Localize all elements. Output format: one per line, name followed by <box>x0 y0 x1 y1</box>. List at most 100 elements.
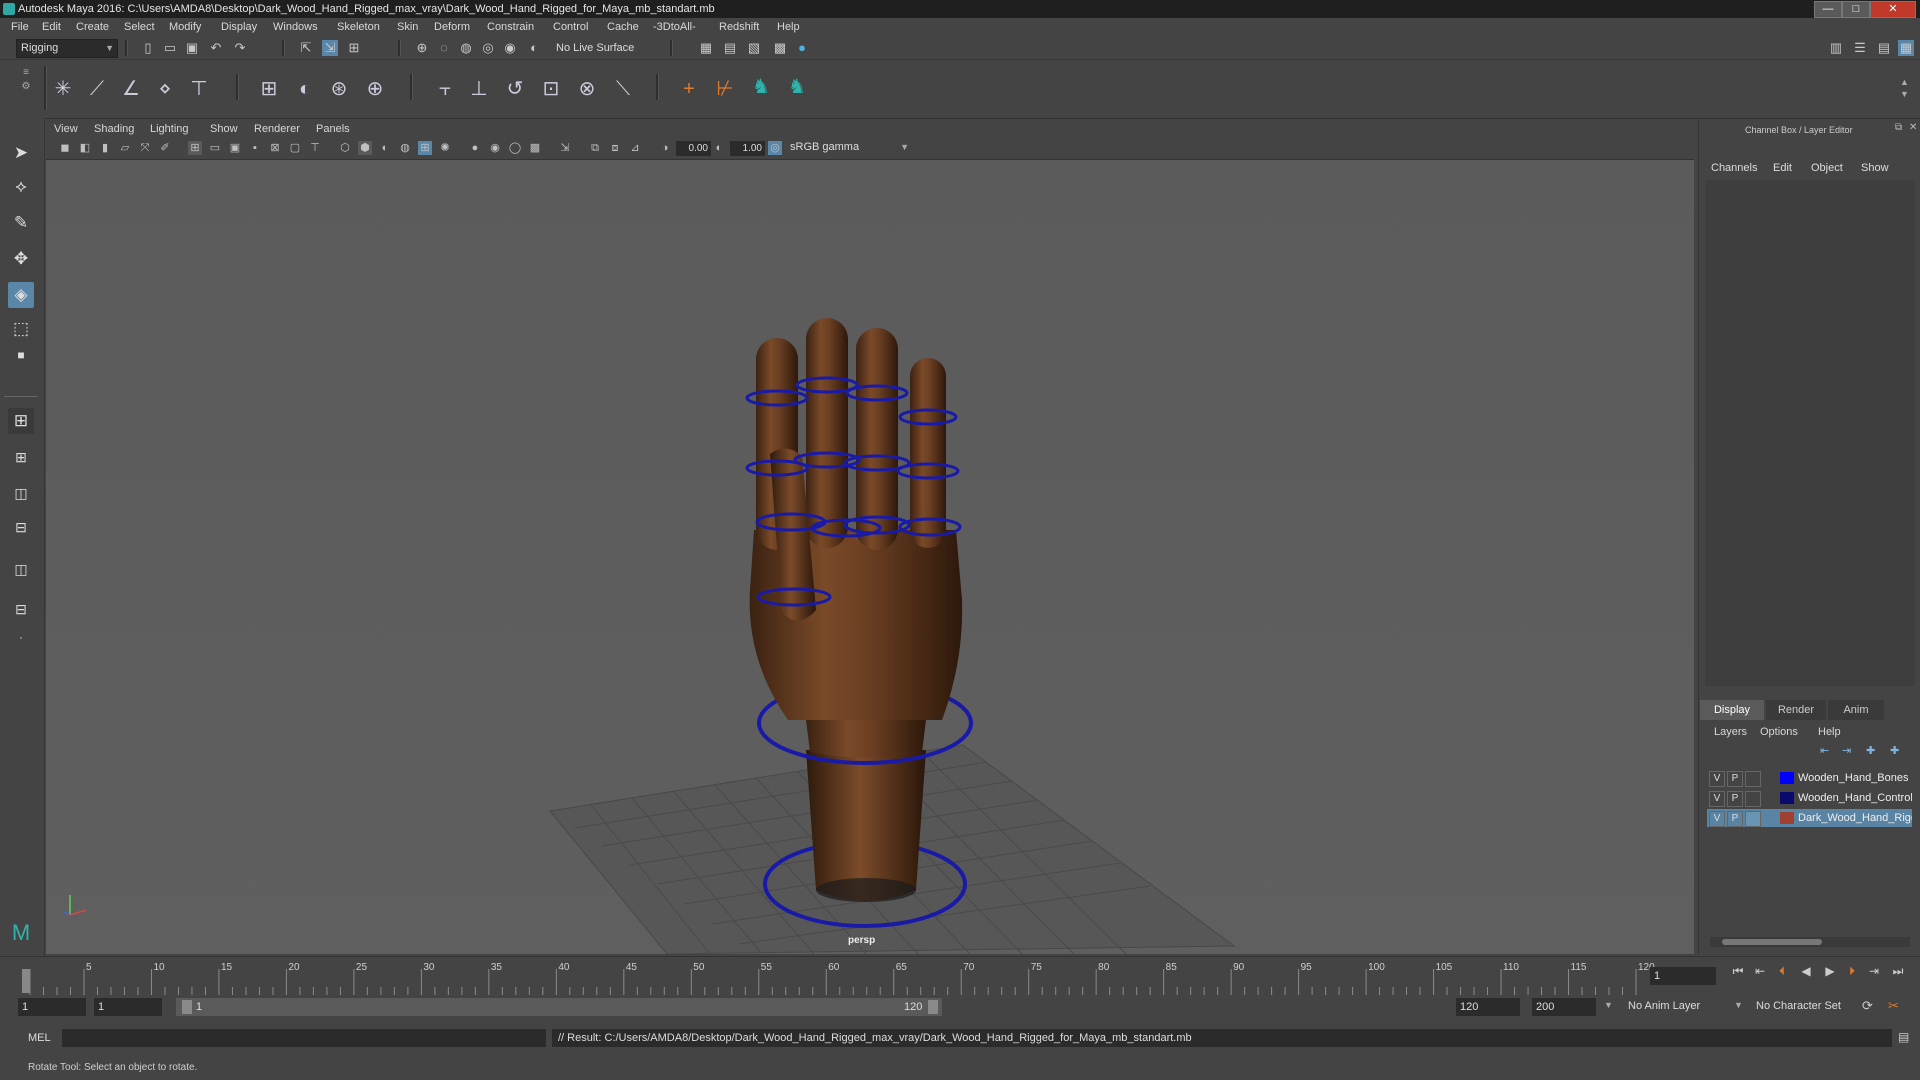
menu-edit[interactable]: Edit <box>42 18 61 37</box>
film-gate-icon[interactable]: ▭ <box>208 141 222 155</box>
animation-start-field[interactable]: 1 <box>18 998 86 1016</box>
snap-view-icon[interactable]: ◎ <box>480 40 496 56</box>
move-layer-down-icon[interactable]: ⇥ <box>1842 744 1851 757</box>
open-scene-icon[interactable]: ▭ <box>162 40 178 56</box>
camera-icon[interactable]: ◼ <box>58 141 72 155</box>
current-frame-marker[interactable] <box>22 969 30 993</box>
layer-type-toggle[interactable] <box>1745 811 1761 827</box>
step-forward-frame-icon[interactable]: ⏵ <box>1844 963 1860 979</box>
point-constraint-icon[interactable]: ⊥ <box>466 76 492 102</box>
camera-attributes-icon[interactable]: ◧ <box>78 141 92 155</box>
last-tool-icon[interactable]: ■ <box>8 342 34 368</box>
script-mode-label[interactable]: MEL <box>28 1032 51 1044</box>
pole-vector-icon[interactable]: ⟍ <box>610 76 636 102</box>
hik-character-icon[interactable]: ♞ <box>784 74 810 100</box>
playback-end-field[interactable]: 120 <box>1456 998 1520 1016</box>
close-panel-icon[interactable]: ✕ <box>1909 122 1917 133</box>
shelf-menu-icon[interactable]: ≡ ⚙ <box>20 66 32 110</box>
render-settings-icon[interactable]: ▩ <box>772 40 788 56</box>
vp-menu-renderer[interactable]: Renderer <box>254 120 300 139</box>
step-back-frame-icon[interactable]: ⏴ <box>1774 963 1790 979</box>
gamma-field[interactable]: 1.00 <box>730 141 765 156</box>
menu-create[interactable]: Create <box>76 18 109 37</box>
command-input[interactable] <box>62 1029 546 1047</box>
vp-menu-show[interactable]: Show <box>210 120 238 139</box>
grid-icon[interactable]: ⊞ <box>188 141 202 155</box>
vp-menu-view[interactable]: View <box>54 120 78 139</box>
layer-type-toggle[interactable] <box>1745 791 1761 807</box>
menu-select[interactable]: Select <box>124 18 155 37</box>
resolution-gate-icon[interactable]: ▣ <box>228 141 242 155</box>
select-tool-icon[interactable]: ➤ <box>8 140 34 166</box>
isolate-select-icon[interactable]: ⇲ <box>558 141 572 155</box>
persp-graph-icon[interactable]: ⊟ <box>8 514 34 540</box>
xray-joints-icon[interactable]: ⧉ <box>588 141 602 155</box>
rotate-tool-icon[interactable]: ◈ <box>8 282 34 308</box>
vp-menu-lighting[interactable]: Lighting <box>150 120 189 139</box>
four-view-icon[interactable]: ⊞ <box>8 444 34 470</box>
layer-menu-options[interactable]: Options <box>1760 723 1798 742</box>
outliner-layout-icon[interactable]: ⊟ <box>8 596 34 622</box>
paint-select-icon[interactable]: ✎ <box>8 210 34 236</box>
scale-constraint-icon[interactable]: ⊡ <box>538 76 564 102</box>
locator-icon[interactable]: + <box>676 76 702 102</box>
hik-icon[interactable]: ♞ <box>748 74 774 100</box>
field-chart-icon[interactable]: ⊠ <box>268 141 282 155</box>
menuset-dropdown[interactable]: Rigging ▼ <box>16 39 118 58</box>
character-set-dropdown[interactable]: No Character Set <box>1756 1000 1841 1012</box>
vp-menu-panels[interactable]: Panels <box>316 120 350 139</box>
create-joint-icon[interactable]: ✳ <box>50 76 76 102</box>
playback-start-field[interactable]: 1 <box>94 998 162 1016</box>
snap-curve-icon[interactable]: ◌ <box>436 40 452 56</box>
scale-tool-icon[interactable]: ⬚ <box>8 316 34 342</box>
anim-layer-dropdown[interactable]: No Anim Layer <box>1628 1000 1700 1012</box>
modeling-toolkit-icon[interactable]: ▥ <box>1828 40 1844 56</box>
step-forward-key-icon[interactable]: ⇥ <box>1866 963 1882 979</box>
single-view-icon[interactable]: ⊞ <box>8 408 34 434</box>
hypershade-icon[interactable]: ● <box>794 40 810 56</box>
layer-scrollbar-thumb[interactable] <box>1722 939 1822 945</box>
smooth-shade-icon[interactable]: ⬢ <box>358 141 372 155</box>
range-slider[interactable]: 1 120 <box>176 998 942 1016</box>
make-live-icon[interactable]: ◐ <box>526 40 542 56</box>
tab-object[interactable]: Object <box>1811 162 1843 174</box>
image-plane-icon[interactable]: ▱ <box>118 141 132 155</box>
mirror-joint-icon[interactable]: ⊤ <box>186 76 212 102</box>
layer-row[interactable]: V P Wooden_Hand_Bones <box>1707 769 1912 787</box>
redo-icon[interactable]: ↷ <box>232 40 248 56</box>
current-frame-field[interactable]: 1 <box>1650 967 1716 985</box>
cluster-icon[interactable]: ⊕ <box>362 76 388 102</box>
snap-point-icon[interactable]: ◍ <box>458 40 474 56</box>
layer-playback-toggle[interactable]: P <box>1727 811 1743 827</box>
tab-channels[interactable]: Channels <box>1711 162 1757 174</box>
vp-menu-shading[interactable]: Shading <box>94 120 134 139</box>
close-button[interactable]: ✕ <box>1870 1 1916 18</box>
layer-row[interactable]: V P Dark_Wood_Hand_Rigged <box>1707 809 1912 827</box>
2d-pan-icon[interactable]: ⤧ <box>138 141 152 155</box>
render-frame-icon[interactable]: ▤ <box>722 40 738 56</box>
lattice-icon[interactable]: ⊛ <box>326 76 352 102</box>
layer-visibility-toggle[interactable]: V <box>1709 811 1725 827</box>
xray-icon[interactable]: ◍ <box>398 141 412 155</box>
aim-constraint-icon[interactable]: ⊗ <box>574 76 600 102</box>
script-editor-icon[interactable]: ▤ <box>1898 1030 1909 1044</box>
render-view-icon[interactable]: ▦ <box>698 40 714 56</box>
maximize-button[interactable]: □ <box>1842 1 1870 18</box>
auto-key-icon[interactable]: ⟳ <box>1862 998 1873 1014</box>
paint-weights-icon[interactable]: ◐ <box>292 76 318 102</box>
animation-end-field[interactable]: 200 <box>1532 998 1596 1016</box>
shelf-scroll-icon[interactable]: ▲ ▼ <box>1900 76 1909 100</box>
textured-icon[interactable]: ⊞ <box>418 141 432 155</box>
shadows-icon[interactable]: ● <box>468 141 482 155</box>
exposure-field[interactable]: 0.00 <box>676 141 711 156</box>
wireframe-icon[interactable]: ⬡ <box>338 141 352 155</box>
float-panel-icon[interactable]: ⧉ <box>1895 122 1902 133</box>
new-layer-icon[interactable]: ✚ <box>1866 744 1875 757</box>
menu-deform[interactable]: Deform <box>434 18 470 37</box>
go-to-end-icon[interactable]: ⏭ <box>1890 963 1906 979</box>
snap-surface-icon[interactable]: ◉ <box>502 40 518 56</box>
lasso-tool-icon[interactable]: ⟡ <box>8 174 34 200</box>
safe-title-icon[interactable]: ⊤ <box>308 141 322 155</box>
range-handle-start[interactable] <box>182 1000 192 1014</box>
layer-color-swatch[interactable] <box>1780 812 1794 824</box>
